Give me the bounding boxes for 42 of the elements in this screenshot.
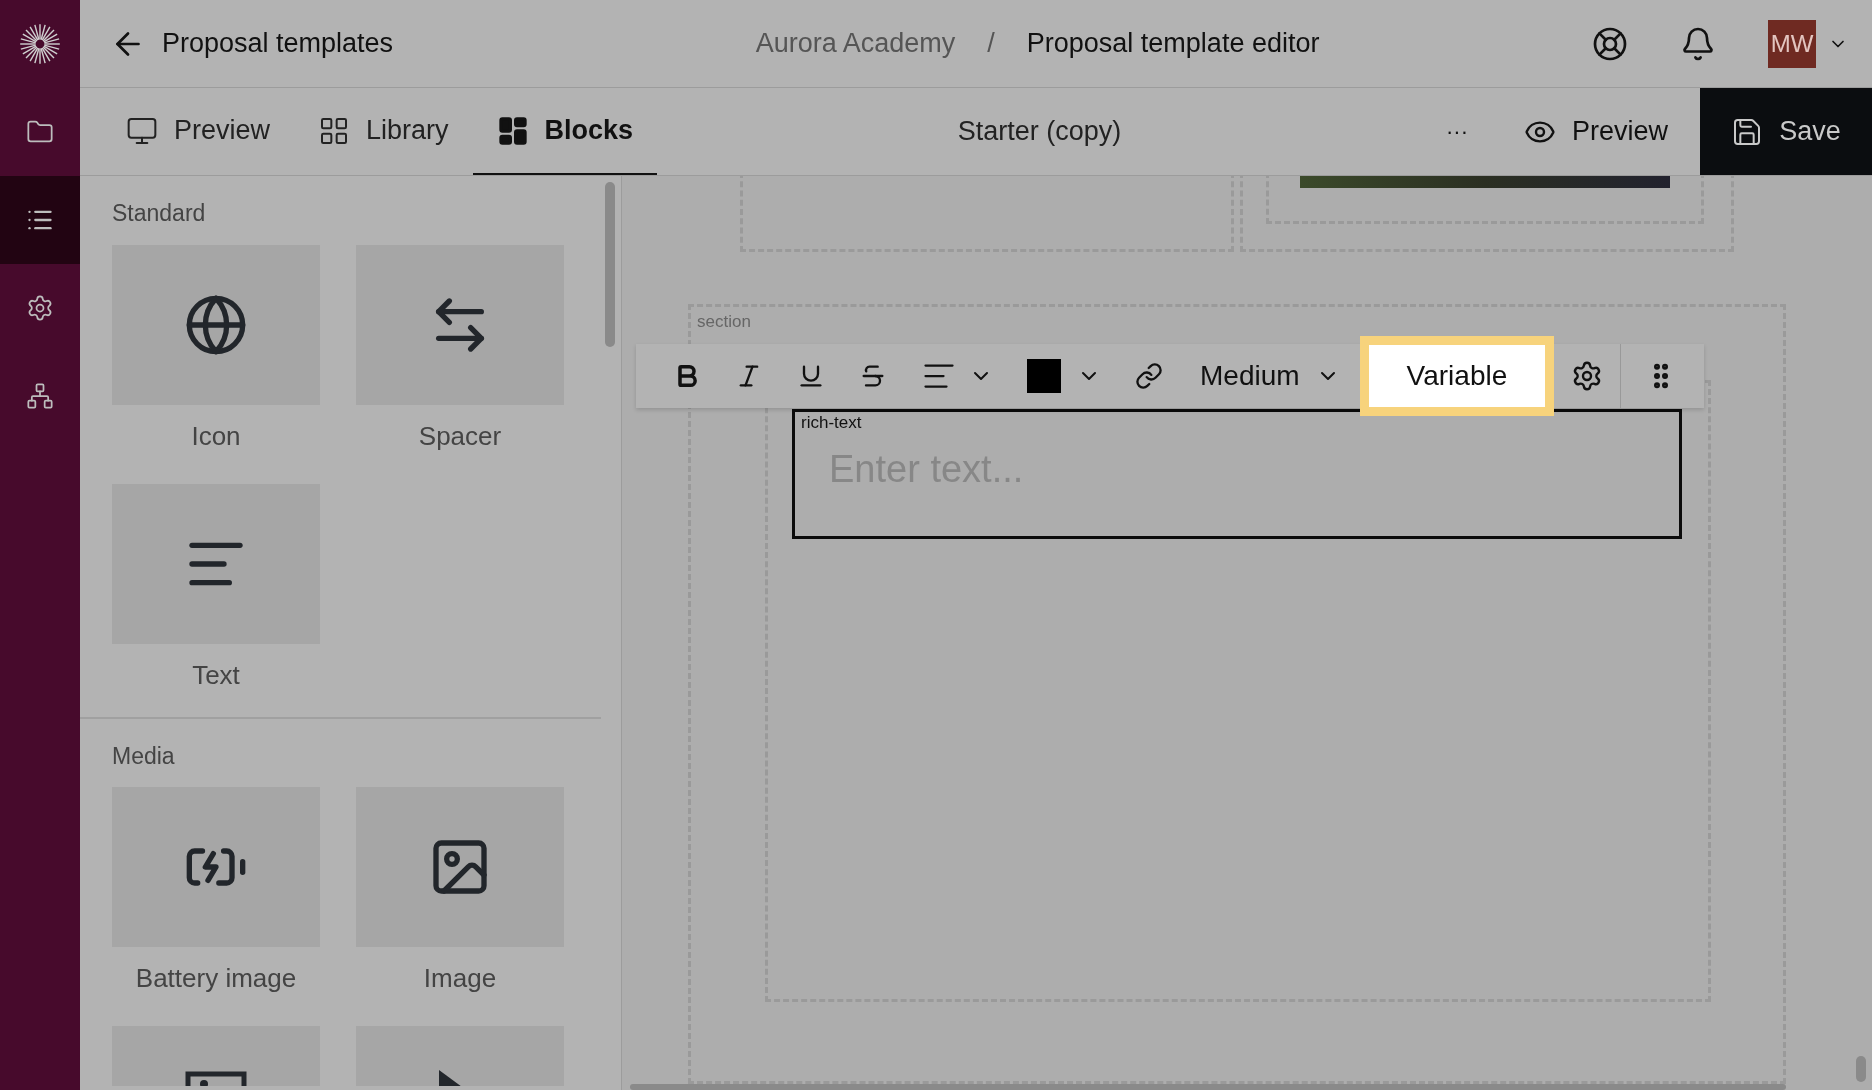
back-link[interactable]: Proposal templates: [162, 23, 394, 64]
breadcrumb-item: Proposal template editor: [1026, 27, 1320, 61]
user-avatar[interactable]: MW: [1768, 19, 1816, 68]
more-button[interactable]: ···: [1422, 88, 1492, 175]
breadcrumb-separator: /: [987, 27, 995, 61]
vertical-scrollbar[interactable]: [1856, 1056, 1866, 1082]
block-tile[interactable]: [356, 787, 564, 947]
blocks-icon: [496, 114, 529, 147]
tab[interactable]: Library: [294, 88, 473, 175]
play-icon: [439, 1070, 461, 1086]
section-heading: Standard: [112, 199, 207, 228]
block-tile[interactable]: [112, 244, 320, 405]
block-tile[interactable]: [356, 1026, 564, 1086]
block-label: Battery image: [135, 962, 297, 995]
link-icon[interactable]: [1135, 362, 1163, 390]
section-tag: section: [697, 309, 751, 335]
block-label: Icon: [191, 419, 241, 453]
scrollbar-thumb[interactable]: [605, 182, 615, 347]
preview-button[interactable]: Preview: [1491, 88, 1700, 175]
block-tile[interactable]: [112, 1026, 320, 1086]
help-icon[interactable]: [1592, 25, 1628, 62]
block-label: Text: [192, 658, 240, 692]
block-tile[interactable]: [112, 787, 320, 947]
font-size-dropdown[interactable]: Medium: [1180, 355, 1360, 397]
block-label: Image: [423, 962, 497, 995]
sitemap-icon[interactable]: [26, 382, 54, 410]
notification-bell-icon[interactable]: [1680, 25, 1716, 62]
section-heading: Media: [112, 741, 176, 771]
settings-icon[interactable]: [26, 294, 54, 322]
variable-button[interactable]: Variable: [1359, 336, 1555, 416]
document-title: Starter (copy): [957, 115, 1122, 149]
image-icon: [184, 1070, 248, 1086]
save-button[interactable]: Save: [1700, 88, 1872, 175]
tab[interactable]: Preview: [102, 88, 295, 175]
tab[interactable]: Blocks: [472, 88, 658, 175]
breadcrumb-item[interactable]: Aurora Academy: [755, 23, 956, 64]
block-tile[interactable]: [112, 483, 320, 644]
color-swatch[interactable]: [1027, 359, 1061, 393]
block-tile[interactable]: [356, 244, 564, 405]
block-label: Spacer: [418, 419, 502, 453]
horizontal-scrollbar[interactable]: [630, 1084, 1786, 1090]
sunburst-logo-icon: [18, 22, 62, 66]
